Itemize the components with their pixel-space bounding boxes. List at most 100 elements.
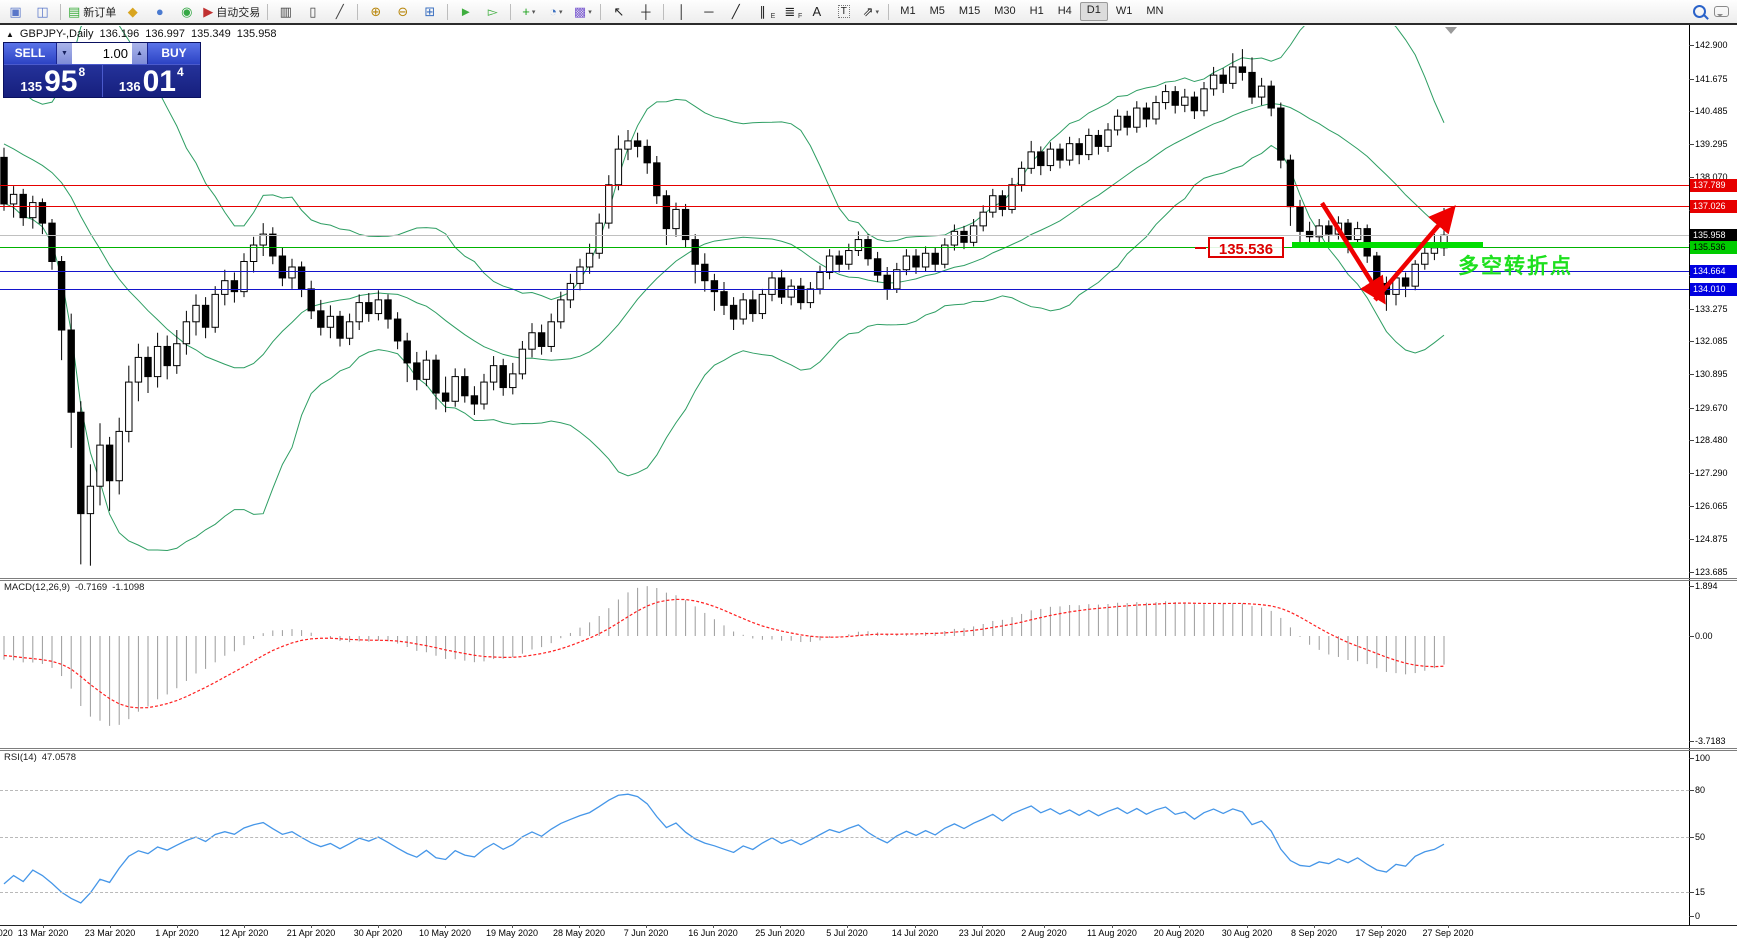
volume-up-button[interactable]: ▲ xyxy=(132,43,147,64)
turning-point-annotation[interactable]: 多空转折点 xyxy=(1458,250,1573,280)
toolbar-separator xyxy=(267,3,269,20)
new-order-button[interactable]: ▤ 新订单 xyxy=(66,2,118,21)
chart-shift-marker[interactable] xyxy=(1445,27,1457,34)
zoom-out-icon: ⊖ xyxy=(397,3,409,19)
trendline-icon[interactable]: ╱ xyxy=(723,2,748,21)
ohlc-high: 136.997 xyxy=(145,28,186,40)
toolbar-separator xyxy=(510,3,512,20)
chat-icon[interactable] xyxy=(1714,6,1729,17)
volume-down-button[interactable]: ▼ xyxy=(57,43,72,64)
chart-profile-icon[interactable]: ◫ xyxy=(30,2,55,21)
zoom-out-icon[interactable]: ⊖ xyxy=(390,2,415,21)
toolbar-separator xyxy=(357,3,359,20)
toolbar-separator xyxy=(447,3,449,20)
toolbar-separator xyxy=(60,3,61,20)
price-axis-border xyxy=(1689,25,1690,925)
market-icon: ◆ xyxy=(127,3,138,19)
toolbar: ▣ ◫ ▤ 新订单 ◆ ● ◉ ▶ 自动交易 ▥ ▯ ╱ ⊕ ⊖ ⊞ ► ▻ + ▾ ◔ ▾ ▩ ▾ ↖ ┼ │ ─ ╱ ∥ E ≣ F A T ⇗… xyxy=(0,0,1737,23)
timeframe-m5[interactable]: M5 xyxy=(924,3,951,20)
vertical-line-icon[interactable]: │ xyxy=(669,2,694,21)
support-price-flag[interactable]: 135.536 xyxy=(1208,237,1284,258)
rsi-value: 47.0578 xyxy=(41,752,77,763)
symbol-period-label: GBPJPY-,Daily xyxy=(19,28,94,40)
timeframe-h4[interactable]: H4 xyxy=(1052,3,1078,20)
templates-button: ▩ xyxy=(573,3,587,19)
price-chart-svg[interactable] xyxy=(0,0,1737,941)
community-icon[interactable]: ● xyxy=(147,2,172,21)
line-chart-icon[interactable]: ╱ xyxy=(327,2,352,21)
candlestick-chart-icon[interactable]: ▯ xyxy=(300,2,325,21)
candlestick-chart-icon: ▯ xyxy=(309,3,317,19)
sell-price-pips: 95 xyxy=(44,65,78,98)
chart-top-border xyxy=(0,23,1737,25)
ohlc-open: 136.196 xyxy=(99,28,140,40)
timeframe-w1[interactable]: W1 xyxy=(1110,3,1139,20)
autotrade-button-label: 自动交易 xyxy=(216,6,261,19)
horizontal-line-icon: ─ xyxy=(704,4,714,19)
sell-price[interactable]: 135 95 8 xyxy=(4,65,103,97)
macd-value-main: -0.7169 xyxy=(75,582,108,593)
fibonacci-icon[interactable]: ≣ F xyxy=(777,2,802,21)
sell-price-point: 8 xyxy=(78,65,86,79)
sell-button[interactable]: SELL xyxy=(4,43,57,64)
volume-input[interactable] xyxy=(72,43,132,64)
cursor-icon: ↖ xyxy=(613,3,625,19)
timeframe-m15[interactable]: M15 xyxy=(953,3,986,20)
periods-button[interactable]: ◔ ▾ xyxy=(543,2,568,21)
toolbar-separator xyxy=(600,3,602,20)
chart-window-icon[interactable]: ▣ xyxy=(3,2,28,21)
channel-icon[interactable]: ∥ E xyxy=(750,2,776,21)
timeframe-mn[interactable]: MN xyxy=(1140,3,1169,20)
crosshair-icon[interactable]: ┼ xyxy=(633,2,658,21)
auto-scroll-icon[interactable]: ► xyxy=(453,2,478,21)
support-price-flag-dash xyxy=(1195,247,1206,249)
horizontal-line-icon[interactable]: ─ xyxy=(696,2,721,21)
one-click-trading-panel: SELL ▼ ▲ BUY 135 95 8 136 01 4 xyxy=(3,42,201,98)
timeframe-d1[interactable]: D1 xyxy=(1079,2,1108,21)
zoom-in-icon: ⊕ xyxy=(370,3,382,19)
chart-shift-icon[interactable]: ▻ xyxy=(480,2,505,21)
text-icon[interactable]: A xyxy=(804,2,829,21)
macd-name: MACD(12,26,9) xyxy=(4,582,70,593)
autotrade-button[interactable]: ▶ 自动交易 xyxy=(201,2,262,21)
buy-price-whole: 136 xyxy=(118,79,141,94)
search-icon[interactable] xyxy=(1693,5,1706,18)
toolbar-separator xyxy=(663,3,665,20)
buy-price-pips: 01 xyxy=(142,65,176,98)
chart-shift-icon: ▻ xyxy=(487,3,498,19)
collapse-icon[interactable]: ▲ xyxy=(6,30,14,39)
crosshair-icon: ┼ xyxy=(641,4,651,19)
signals-icon[interactable]: ◉ xyxy=(174,2,199,21)
timeframe-m1[interactable]: M1 xyxy=(894,3,921,20)
shapes-icon[interactable]: ⇗ ▾ xyxy=(858,2,883,21)
rsi-label: RSI(14) 47.0578 xyxy=(4,752,76,763)
cursor-icon[interactable]: ↖ xyxy=(606,2,631,21)
ohlc-low: 135.349 xyxy=(191,28,231,40)
sell-price-whole: 135 xyxy=(20,79,43,94)
buy-price[interactable]: 136 01 4 xyxy=(103,65,201,97)
toolbar-separator xyxy=(888,3,890,20)
buy-price-point: 4 xyxy=(176,65,184,79)
tile-windows-icon: ⊞ xyxy=(424,3,436,19)
new-order-button: ▤ xyxy=(68,3,81,19)
text-icon: A xyxy=(812,4,822,19)
text-label-icon[interactable]: T xyxy=(831,2,856,21)
vertical-line-icon: │ xyxy=(677,4,686,19)
mt4-window: ▣ ◫ ▤ 新订单 ◆ ● ◉ ▶ 自动交易 ▥ ▯ ╱ ⊕ ⊖ ⊞ ► ▻ + ▾ ◔ ▾ ▩ ▾ ↖ ┼ │ ─ ╱ ∥ E ≣ F A T ⇗… xyxy=(0,0,1737,941)
timeframe-m30[interactable]: M30 xyxy=(988,3,1021,20)
timeframe-h1[interactable]: H1 xyxy=(1024,3,1050,20)
bar-chart-icon[interactable]: ▥ xyxy=(273,2,298,21)
chart-title: ▲ GBPJPY-,Daily 136.196 136.997 135.349 … xyxy=(6,28,277,40)
indicators-button[interactable]: + ▾ xyxy=(516,2,541,21)
trendline-icon: ╱ xyxy=(731,3,740,19)
macd-value-signal: -1.1098 xyxy=(112,582,145,593)
channel-icon: ∥ xyxy=(759,3,767,19)
chart-canvas[interactable]: 142.900 141.675 140.485 139.295 138.070 136.8… xyxy=(0,0,1737,941)
market-icon[interactable]: ◆ xyxy=(120,2,145,21)
tile-windows-icon[interactable]: ⊞ xyxy=(417,2,442,21)
zoom-in-icon[interactable]: ⊕ xyxy=(363,2,388,21)
buy-button[interactable]: BUY xyxy=(147,43,200,64)
templates-button[interactable]: ▩ ▾ xyxy=(570,2,595,21)
autotrade-button: ▶ xyxy=(203,3,214,19)
text-label-icon: T xyxy=(837,5,850,18)
